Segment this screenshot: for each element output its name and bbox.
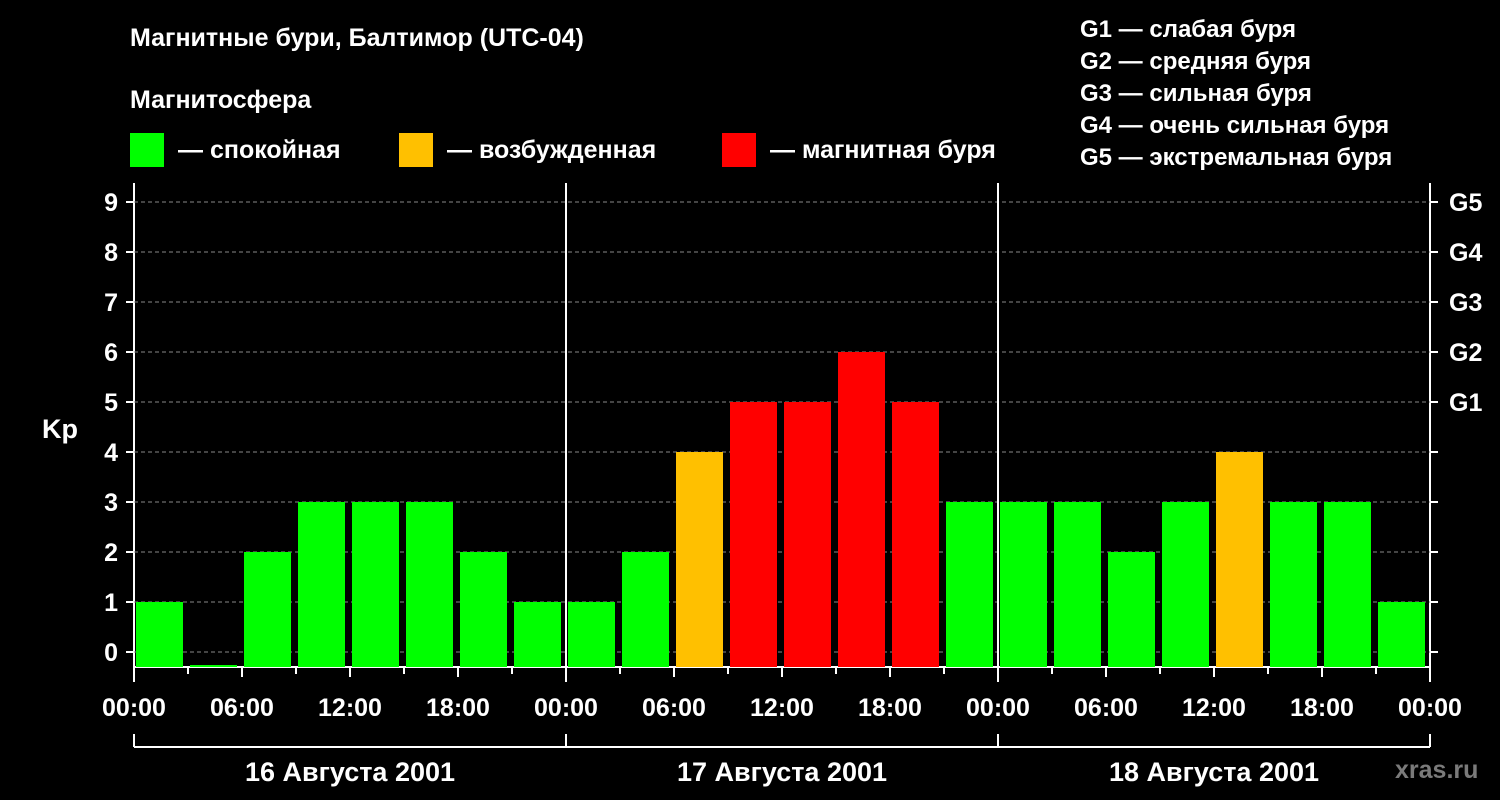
kp-bar [136, 602, 183, 667]
x-tick-label: 18:00 [426, 694, 490, 722]
x-tick-label: 06:00 [210, 694, 274, 722]
kp-bar [676, 452, 723, 667]
day-label: 18 Августа 2001 [1109, 757, 1319, 787]
kp-bar [514, 602, 561, 667]
kp-bar [406, 502, 453, 667]
g-level-label: G5 [1449, 189, 1482, 217]
y-tick-label: 9 [104, 189, 118, 217]
x-tick-label: 00:00 [534, 694, 598, 722]
y-tick-label: 2 [104, 539, 118, 567]
x-tick-label: 12:00 [750, 694, 814, 722]
kp-bar [244, 552, 291, 667]
y-tick-label: 5 [104, 389, 118, 417]
g-level-label: G1 [1449, 389, 1482, 417]
y-axis-label: Kp [42, 414, 78, 444]
kp-bar [838, 352, 885, 667]
kp-bar [1054, 502, 1101, 667]
x-tick-label: 06:00 [1074, 694, 1138, 722]
y-tick-label: 6 [104, 339, 118, 367]
kp-bar [1000, 502, 1047, 667]
x-tick-label: 18:00 [1290, 694, 1354, 722]
watermark: xras.ru [1395, 756, 1479, 784]
kp-bar [298, 502, 345, 667]
kp-bar [784, 402, 831, 667]
x-tick-label: 18:00 [858, 694, 922, 722]
x-tick-label: 12:00 [318, 694, 382, 722]
kp-chart: 0 1 2 3 4 5 6 7 8 9 G1 G2 G3 G4 G5 Kp 00:00 06:00 12:00 18:… [42, 183, 1482, 787]
x-tick-label: 00:00 [966, 694, 1030, 722]
g-level-label: G2 [1449, 339, 1482, 367]
y-tick-label: 4 [104, 439, 118, 467]
y-tick-label: 3 [104, 489, 118, 517]
kp-bar [460, 552, 507, 667]
g-level-label: G3 [1449, 289, 1482, 317]
kp-bar [892, 402, 939, 667]
kp-bar [730, 402, 777, 667]
x-tick-label: 12:00 [1182, 694, 1246, 722]
kp-bar [1216, 452, 1263, 667]
x-tick-label: 00:00 [1398, 694, 1462, 722]
kp-bar [352, 502, 399, 667]
kp-bar [1324, 502, 1371, 667]
x-tick-label: 06:00 [642, 694, 706, 722]
y-tick-label: 1 [104, 589, 118, 617]
kp-bar [1270, 502, 1317, 667]
x-tick-label: 00:00 [102, 694, 166, 722]
kp-bar [1162, 502, 1209, 667]
y-tick-label: 7 [104, 289, 118, 317]
g-level-label: G4 [1449, 239, 1482, 267]
y-tick-label: 8 [104, 239, 118, 267]
kp-bar [1378, 602, 1425, 667]
kp-bar [946, 502, 993, 667]
y-tick-label: 0 [104, 639, 118, 667]
day-label: 17 Августа 2001 [677, 757, 887, 787]
kp-bar [622, 552, 669, 667]
day-label: 16 Августа 2001 [245, 757, 455, 787]
kp-bar [1108, 552, 1155, 667]
kp-bar [568, 602, 615, 667]
